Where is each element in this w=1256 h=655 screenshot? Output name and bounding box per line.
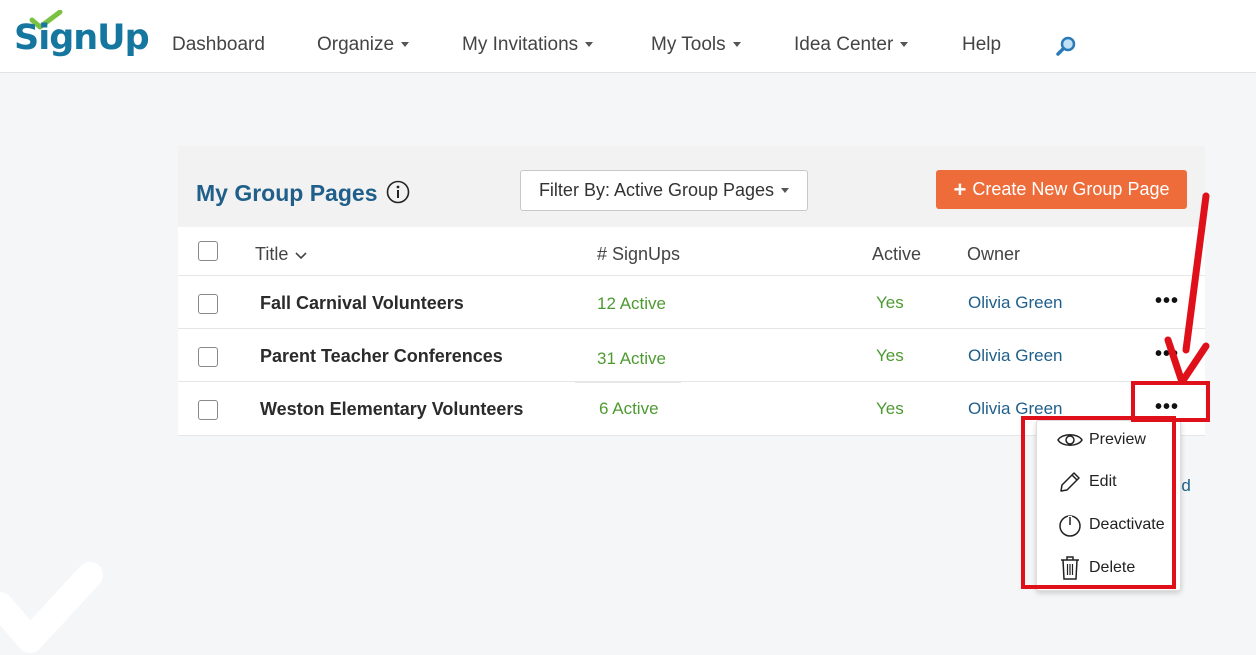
group-page-title[interactable]: Fall Carnival Volunteers xyxy=(260,293,464,314)
column-header-owner: Owner xyxy=(967,244,1021,264)
table-row: Parent Teacher Conferences 31 Active Yes… xyxy=(178,328,1205,381)
group-page-title[interactable]: Parent Teacher Conferences xyxy=(260,346,503,367)
active-status: Yes xyxy=(876,293,904,312)
nav-my-tools[interactable]: My Tools xyxy=(651,34,741,56)
create-label: Create New Group Page xyxy=(972,179,1170,199)
card-header: My Group Pages Filter By: Active Group P… xyxy=(178,146,1205,227)
background-check-decoration xyxy=(0,562,103,653)
filter-label: Filter By: Active Group Pages xyxy=(538,180,775,200)
nav-label: My Invitations xyxy=(462,34,579,55)
caret-down-icon xyxy=(585,42,594,48)
owner-name[interactable]: Olivia Green xyxy=(968,293,1062,313)
nav-label: Idea Center xyxy=(794,34,894,55)
caret-down-icon xyxy=(401,42,410,48)
nav-dashboard[interactable]: Dashboard xyxy=(172,34,265,56)
caret-down-icon xyxy=(732,42,741,48)
caret-down-icon xyxy=(900,42,909,48)
signups-count[interactable]: 12 Active xyxy=(597,294,666,314)
filter-dropdown[interactable]: Filter By: Active Group Pages xyxy=(520,170,808,211)
signups-count[interactable]: 6 Active xyxy=(599,399,659,419)
main-nav: Dashboard Organize My Invitations My Too… xyxy=(0,0,1256,73)
column-header-signups: # SignUps xyxy=(597,244,681,264)
caret-down-icon xyxy=(781,188,790,193)
create-group-page-button[interactable]: + Create New Group Page xyxy=(936,170,1187,209)
plus-icon: + xyxy=(953,176,967,202)
row-checkbox[interactable] xyxy=(198,347,218,367)
nav-label: Help xyxy=(962,34,1002,55)
top-navigation-bar: SignUp Dashboard Organize My Invitations… xyxy=(0,0,1256,73)
highlight-box-menu xyxy=(1021,416,1176,589)
column-header-title[interactable]: Title xyxy=(255,244,307,265)
nav-label: Dashboard xyxy=(172,34,265,55)
nav-label: My Tools xyxy=(651,34,726,55)
select-all-checkbox[interactable] xyxy=(198,241,218,261)
page-title: My Group Pages xyxy=(196,180,378,206)
info-icon[interactable] xyxy=(386,180,410,204)
nav-my-invitations[interactable]: My Invitations xyxy=(462,34,594,56)
search-icon[interactable] xyxy=(1055,35,1077,57)
owner-name[interactable]: Olivia Green xyxy=(968,346,1062,366)
nav-label: Organize xyxy=(317,34,395,55)
row-checkbox[interactable] xyxy=(198,294,218,314)
nav-idea-center[interactable]: Idea Center xyxy=(794,34,909,56)
column-header-active: Active xyxy=(872,244,922,264)
row-checkbox[interactable] xyxy=(198,400,218,420)
nav-help[interactable]: Help xyxy=(962,34,1001,56)
nav-organize[interactable]: Organize xyxy=(317,34,410,56)
column-label: Title xyxy=(255,244,289,264)
active-status: Yes xyxy=(876,399,904,418)
red-arrow-annotation xyxy=(1164,192,1210,385)
active-status: Yes xyxy=(876,346,904,365)
group-pages-card: My Group Pages Filter By: Active Group P… xyxy=(178,146,1205,436)
table-row: Fall Carnival Volunteers 12 Active Yes O… xyxy=(178,275,1205,328)
chevron-down-icon xyxy=(295,252,307,260)
signups-count[interactable]: 31 Active xyxy=(597,349,666,369)
group-page-title[interactable]: Weston Elementary Volunteers xyxy=(260,399,523,420)
